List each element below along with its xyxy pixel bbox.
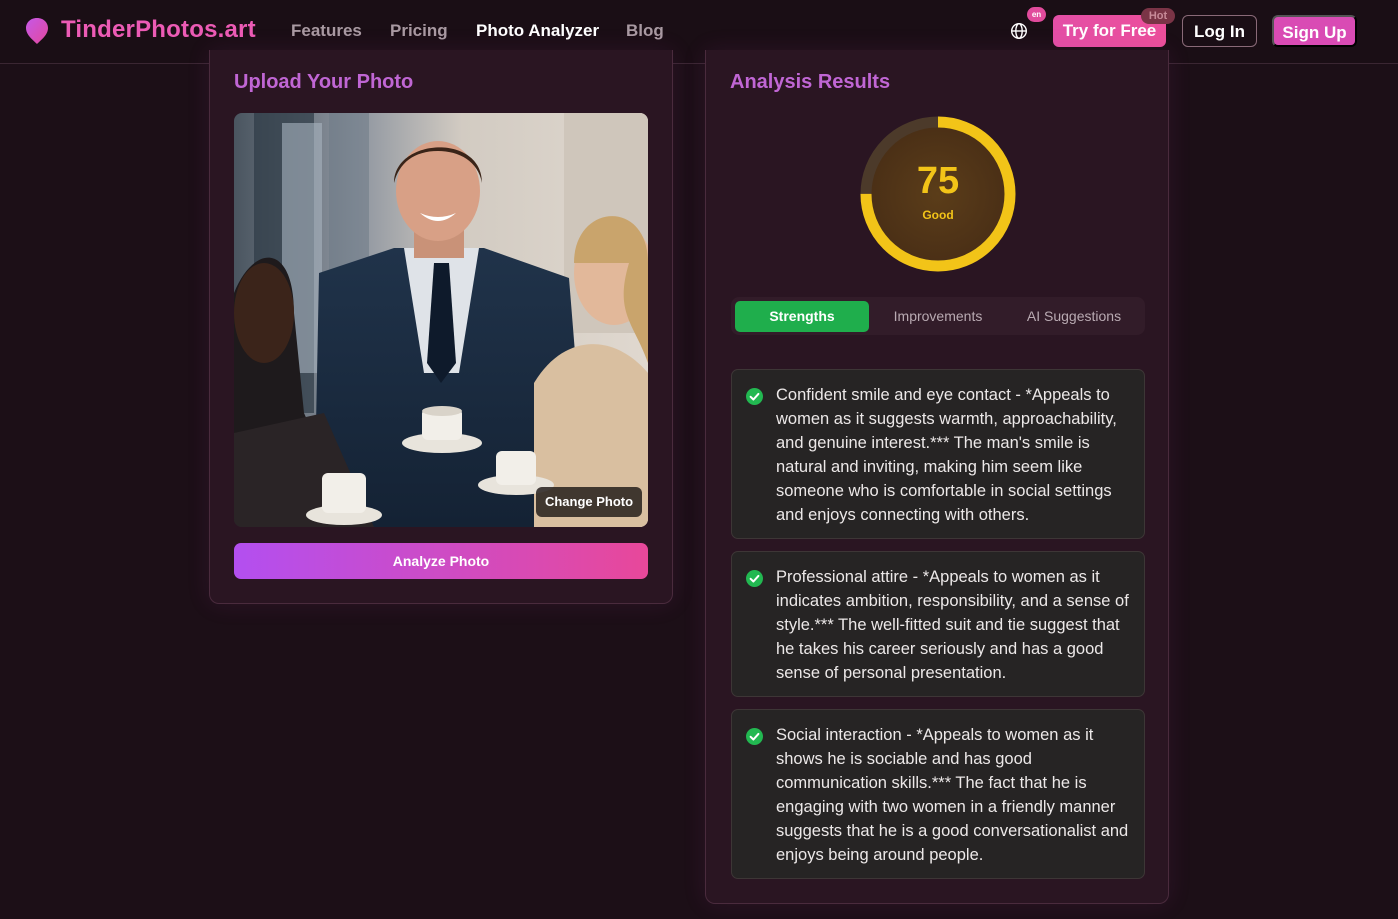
tab-strengths[interactable]: Strengths [735,301,869,332]
hot-badge: Hot [1141,8,1175,24]
tab-improvements[interactable]: Improvements [871,301,1005,332]
upload-panel: Upload Your Photo Change Photo Analyze P… [209,50,673,604]
strength-text: Social interaction - *Appeals to women a… [776,726,1129,864]
brand-name[interactable]: TinderPhotos.art [61,16,256,44]
uploaded-photo[interactable]: Change Photo [234,113,648,527]
photo-illustration [234,113,648,527]
strength-card: Professional attire - *Appeals to women … [731,551,1145,697]
balloon-logo-icon[interactable] [25,17,49,45]
nav-link-blog[interactable]: Blog [626,21,664,41]
language-badge: en [1027,7,1046,22]
results-title: Analysis Results [730,71,891,93]
nav-link-pricing[interactable]: Pricing [390,21,448,41]
results-tabs: Strengths Improvements AI Suggestions [731,297,1145,335]
strength-text: Professional attire - *Appeals to women … [776,568,1129,682]
nav-link-features[interactable]: Features [291,21,362,41]
analyze-photo-button[interactable]: Analyze Photo [234,543,648,579]
log-in-button[interactable]: Log In [1182,15,1257,47]
strength-card: Confident smile and eye contact - *Appea… [731,369,1145,539]
strength-text: Confident smile and eye contact - *Appea… [776,386,1117,524]
results-panel: Analysis Results 75 Good Strengths Impro… [705,50,1169,904]
sign-up-button[interactable]: Sign Up [1272,15,1357,47]
nav-link-photo-analyzer[interactable]: Photo Analyzer [476,21,599,41]
score-label: Good [922,208,954,222]
check-circle-icon [746,728,763,745]
upload-title: Upload Your Photo [234,71,414,93]
globe-icon[interactable] [1010,22,1028,40]
score-value: 75 [916,160,960,202]
strength-card: Social interaction - *Appeals to women a… [731,709,1145,879]
check-circle-icon [746,388,763,405]
check-circle-icon [746,570,763,587]
tab-ai-suggestions[interactable]: AI Suggestions [1007,301,1141,332]
change-photo-button[interactable]: Change Photo [536,487,642,517]
